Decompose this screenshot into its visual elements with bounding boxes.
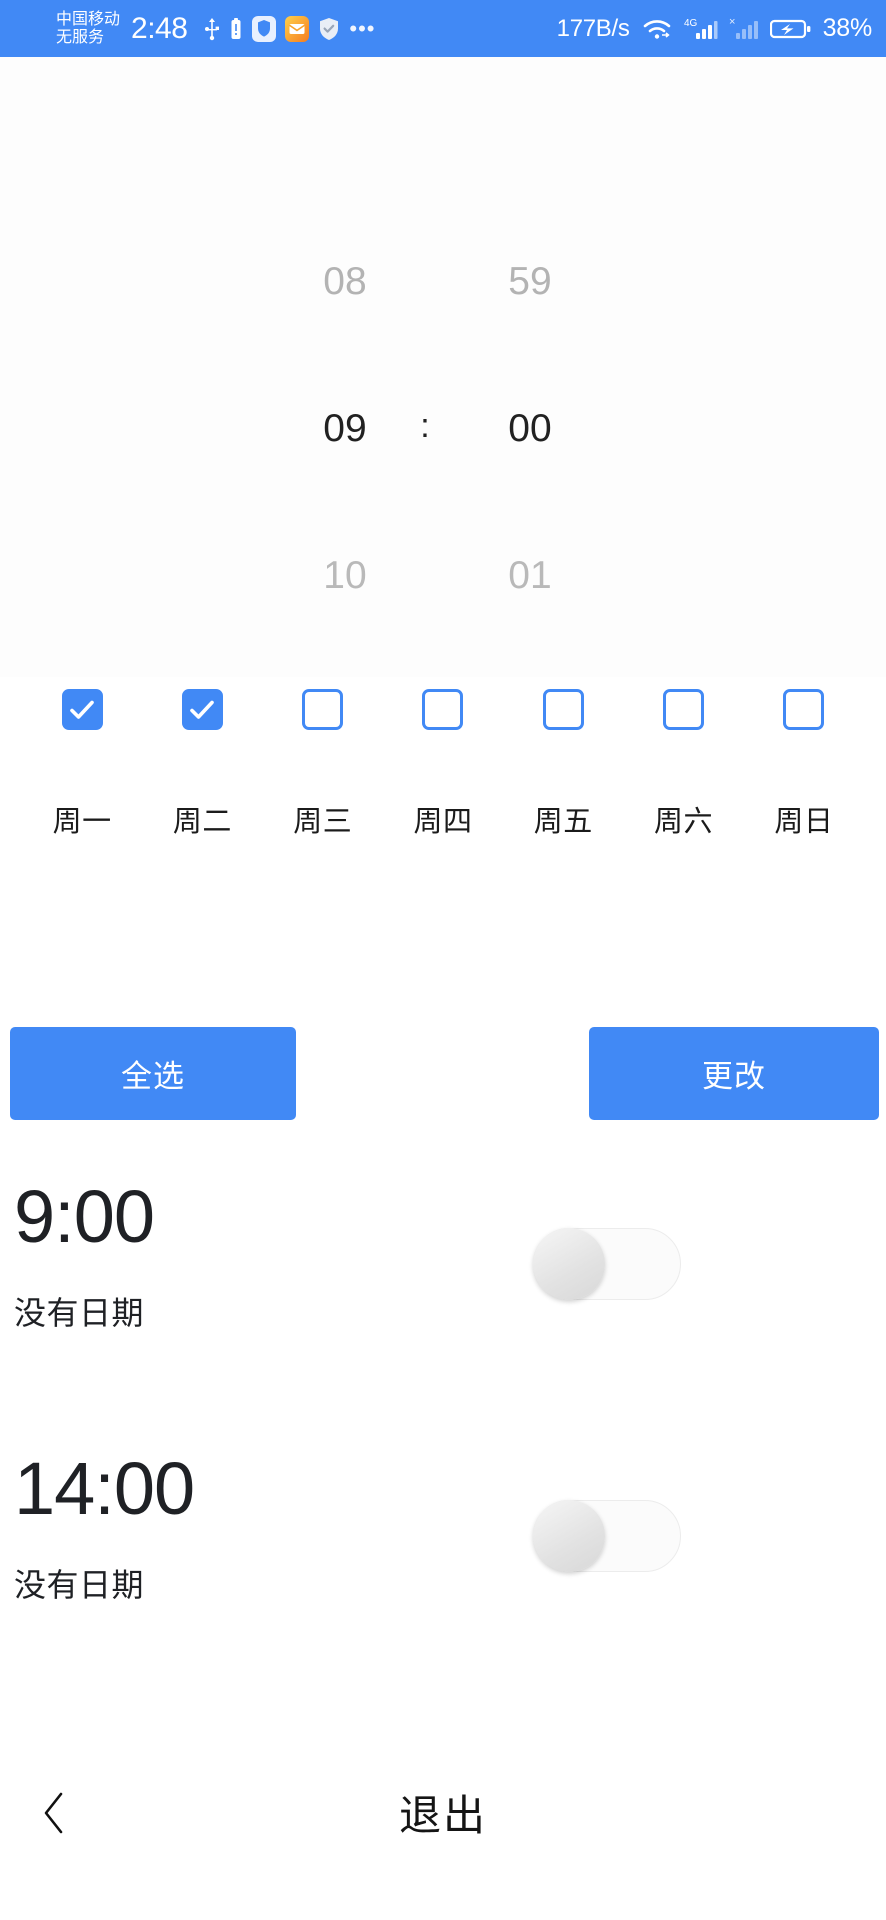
day-label: 周六: [654, 806, 714, 838]
status-bar-clock: 2:48: [131, 11, 188, 45]
status-bar-notification-icons: •••: [204, 15, 376, 42]
alarm-row[interactable]: 14:00 没有日期: [0, 1432, 886, 1704]
select-all-button[interactable]: 全选: [10, 1027, 296, 1120]
status-bar: 中国移动 无服务 2:48 ••• 177B/s 4G × 38%: [0, 0, 886, 57]
day-checkbox[interactable]: [302, 689, 344, 730]
alarm-row[interactable]: 9:00 没有日期: [0, 1160, 886, 1432]
day-checkbox[interactable]: [181, 689, 223, 730]
alarm-subtitle: 没有日期: [14, 1567, 145, 1603]
day-cell[interactable]: 周四: [383, 677, 503, 840]
status-bar-right: 177B/s 4G × 38%: [556, 14, 873, 43]
shield-icon: [252, 15, 277, 42]
verified-icon: [318, 17, 340, 41]
time-picker-separator: :: [420, 407, 430, 445]
hour-next-value[interactable]: 10: [265, 554, 425, 598]
day-label: 周二: [172, 806, 232, 838]
alarm-time: 14:00: [14, 1447, 195, 1530]
network-speed-label: 177B/s: [556, 14, 630, 42]
minute-prev-value[interactable]: 59: [450, 260, 610, 304]
svg-text:4G: 4G: [684, 18, 698, 29]
day-cell[interactable]: 周五: [503, 677, 623, 840]
carrier-status: 无服务: [56, 28, 105, 46]
signal-no-service-icon: ×: [729, 16, 759, 42]
day-cell[interactable]: 周六: [623, 677, 743, 840]
battery-charging-icon: [769, 17, 812, 41]
check-icon: [70, 700, 94, 719]
carrier-info: 中国移动 无服务: [56, 11, 120, 47]
wifi-icon: [641, 16, 673, 42]
alarm-toggle[interactable]: [533, 1500, 681, 1572]
check-icon: [190, 700, 215, 719]
status-bar-left: 中国移动 无服务 2:48 •••: [56, 11, 376, 47]
toggle-knob: [533, 1228, 605, 1300]
day-cell[interactable]: 周一: [22, 677, 142, 840]
battery-alert-icon: [229, 17, 243, 41]
day-label: 周一: [52, 806, 112, 838]
battery-percent-label: 38%: [822, 14, 873, 42]
usb-icon: [204, 17, 220, 41]
day-checkbox[interactable]: [663, 689, 705, 730]
alarm-toggle[interactable]: [533, 1228, 681, 1300]
minute-wheel[interactable]: 59 00 01: [450, 57, 610, 677]
more-dots-icon: •••: [349, 15, 376, 41]
alarm-time: 9:00: [14, 1175, 155, 1258]
day-checkbox[interactable]: [61, 689, 103, 730]
minute-selected-value[interactable]: 00: [450, 407, 610, 451]
day-label: 周三: [293, 806, 353, 838]
signal-4g-icon: 4G: [684, 16, 718, 42]
hour-wheel[interactable]: 08 09 10: [265, 57, 425, 677]
day-cell[interactable]: 周三: [263, 677, 383, 840]
alarm-list: 9:00 没有日期 14:00 没有日期: [0, 1160, 886, 1704]
action-buttons: 全选 更改: [0, 1027, 886, 1127]
bottom-navigation-bar: 退出: [0, 1742, 886, 1920]
day-cell[interactable]: 周二: [142, 677, 262, 840]
time-picker[interactable]: 08 09 10 : 59 00 01: [0, 57, 886, 677]
hour-prev-value[interactable]: 08: [265, 260, 425, 304]
day-selector: 周一 周二 周三 周四 周五 周六 周日: [0, 677, 886, 840]
mail-icon: [285, 15, 310, 42]
day-label: 周日: [774, 806, 834, 838]
day-cell[interactable]: 周日: [744, 677, 864, 840]
day-checkbox[interactable]: [783, 689, 825, 730]
svg-text:×: ×: [729, 16, 735, 28]
day-label: 周五: [533, 806, 593, 838]
day-selector-row: 周一 周二 周三 周四 周五 周六 周日: [0, 677, 886, 840]
day-checkbox[interactable]: [422, 689, 464, 730]
exit-button[interactable]: 退出: [0, 1782, 886, 1843]
change-button[interactable]: 更改: [589, 1027, 879, 1120]
alarm-subtitle: 没有日期: [14, 1295, 145, 1331]
toggle-knob: [533, 1500, 605, 1572]
day-checkbox[interactable]: [542, 689, 584, 730]
day-label: 周四: [413, 806, 473, 838]
carrier-name: 中国移动: [56, 10, 121, 28]
minute-next-value[interactable]: 01: [450, 554, 610, 598]
